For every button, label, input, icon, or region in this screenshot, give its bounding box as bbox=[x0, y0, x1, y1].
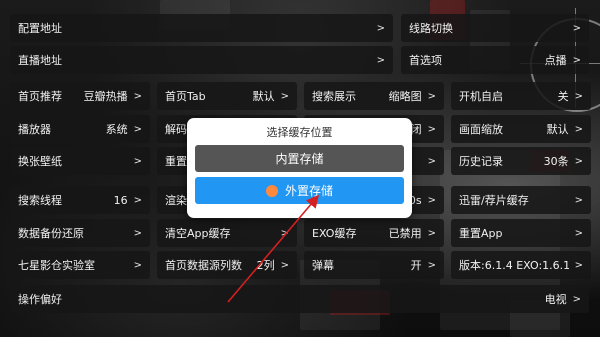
settings-item[interactable]: 操作偏好 电视 > bbox=[10, 285, 589, 313]
settings-item-value: 2列 bbox=[256, 259, 275, 272]
settings-item-label: EXO缓存 bbox=[312, 227, 357, 240]
chevron-right-icon: > bbox=[572, 22, 581, 34]
settings-item[interactable]: 线路切换 > bbox=[401, 14, 589, 42]
chevron-right-icon: > bbox=[280, 227, 289, 239]
chevron-right-icon: > bbox=[427, 194, 436, 206]
settings-item-label: 迅雷/荐片缓存 bbox=[459, 194, 529, 207]
settings-item[interactable]: 首选项 点播 > bbox=[401, 46, 589, 74]
chevron-right-icon: > bbox=[572, 293, 581, 305]
settings-item[interactable]: 搜索线程 16 > bbox=[10, 186, 150, 214]
settings-item[interactable]: 迅雷/荐片缓存 > bbox=[451, 186, 591, 214]
settings-item-label: 版本:6.1.4 EXO:1.6.1 bbox=[459, 259, 569, 272]
settings-item-value: 默认 bbox=[252, 90, 275, 103]
settings-item-label: 历史记录 bbox=[459, 155, 503, 168]
settings-item-label: 播放器 bbox=[18, 123, 51, 136]
chevron-right-icon: > bbox=[133, 194, 142, 206]
settings-item-value: 30条 bbox=[543, 155, 569, 168]
settings-item-label: 画面缩放 bbox=[459, 123, 503, 136]
settings-item[interactable]: 换张壁纸 > bbox=[10, 147, 150, 175]
settings-item-value: 16 bbox=[113, 193, 128, 207]
chevron-right-icon: > bbox=[427, 259, 436, 271]
settings-item[interactable]: 播放器 系统 > bbox=[10, 115, 150, 143]
settings-item-label: 搜索展示 bbox=[312, 90, 356, 103]
orange-dot-icon bbox=[265, 184, 278, 197]
settings-item-value: 电视 bbox=[544, 293, 567, 306]
dialog-title: 选择缓存位置 bbox=[266, 126, 333, 139]
chevron-right-icon: > bbox=[133, 155, 142, 167]
settings-item-label: 数据备份还原 bbox=[18, 227, 84, 240]
settings-item[interactable]: 重置App > bbox=[451, 219, 591, 247]
settings-item-label: 线路切换 bbox=[409, 22, 453, 35]
settings-item-label: 首页数据源列数 bbox=[165, 259, 242, 272]
chevron-right-icon: > bbox=[427, 123, 436, 135]
chevron-right-icon: > bbox=[133, 227, 142, 239]
settings-item[interactable]: 历史记录 30条 > bbox=[451, 147, 591, 175]
settings-item-value: 关 bbox=[557, 90, 569, 103]
settings-item[interactable]: 配置地址 > bbox=[10, 14, 393, 42]
settings-item[interactable]: 画面缩放 默认 > bbox=[451, 115, 591, 143]
settings-item-label: 重置App bbox=[459, 227, 503, 240]
settings-item[interactable]: 首页推荐 豆瓣热播 > bbox=[10, 82, 150, 110]
chevron-right-icon: > bbox=[376, 22, 385, 34]
settings-item[interactable]: 直播地址 > bbox=[10, 46, 393, 74]
chevron-right-icon: > bbox=[280, 90, 289, 102]
settings-item-value: 系统 bbox=[105, 123, 128, 136]
settings-item-value: 缩略图 bbox=[388, 90, 422, 103]
option-label: 外置存储 bbox=[284, 184, 333, 198]
chevron-right-icon: > bbox=[574, 259, 583, 271]
settings-item-value: 点播 bbox=[544, 54, 567, 67]
chevron-right-icon: > bbox=[133, 90, 142, 102]
chevron-right-icon: > bbox=[427, 155, 436, 167]
chevron-right-icon: > bbox=[574, 90, 583, 102]
settings-item-value: 已禁用 bbox=[388, 227, 422, 240]
settings-item[interactable]: 首页Tab 默认 > bbox=[157, 82, 297, 110]
settings-item-label: 配置地址 bbox=[18, 22, 62, 35]
settings-item-label: 直播地址 bbox=[18, 54, 62, 67]
settings-item-label: 首页Tab bbox=[165, 90, 206, 103]
external-storage-option[interactable]: 外置存储 bbox=[195, 177, 404, 204]
chevron-right-icon: > bbox=[574, 155, 583, 167]
settings-item[interactable]: 版本:6.1.4 EXO:1.6.1 > bbox=[451, 251, 591, 279]
settings-item[interactable]: 开机自启 关 > bbox=[451, 82, 591, 110]
storage-dialog: 选择缓存位置 内置存储 外置存储 bbox=[187, 118, 412, 218]
chevron-right-icon: > bbox=[133, 259, 142, 271]
chevron-right-icon: > bbox=[427, 90, 436, 102]
settings-item-label: 操作偏好 bbox=[18, 293, 62, 306]
settings-item[interactable]: 七星影仓实验室 > bbox=[10, 251, 150, 279]
settings-item[interactable]: 首页数据源列数 2列 > bbox=[157, 251, 297, 279]
chevron-right-icon: > bbox=[574, 194, 583, 206]
settings-item-label: 首选项 bbox=[409, 54, 442, 67]
settings-item-label: 清空App缓存 bbox=[165, 227, 231, 240]
chevron-right-icon: > bbox=[572, 54, 581, 66]
settings-item[interactable]: 搜索展示 缩略图 > bbox=[304, 82, 444, 110]
chevron-right-icon: > bbox=[133, 123, 142, 135]
settings-item[interactable]: EXO缓存 已禁用 > bbox=[304, 219, 444, 247]
chevron-right-icon: > bbox=[427, 227, 436, 239]
settings-item[interactable]: 弹幕 开 > bbox=[304, 251, 444, 279]
settings-item-label: 搜索线程 bbox=[18, 194, 62, 207]
settings-item-value: 默认 bbox=[546, 123, 569, 136]
chevron-right-icon: > bbox=[574, 227, 583, 239]
option-label: 内置存储 bbox=[275, 152, 324, 166]
internal-storage-option[interactable]: 内置存储 bbox=[195, 145, 404, 172]
settings-item-label: 弹幕 bbox=[312, 259, 334, 272]
chevron-right-icon: > bbox=[280, 259, 289, 271]
settings-item-label: 换张壁纸 bbox=[18, 155, 62, 168]
chevron-right-icon: > bbox=[574, 123, 583, 135]
chevron-right-icon: > bbox=[376, 54, 385, 66]
settings-item-value: 闭 bbox=[410, 123, 422, 136]
settings-item[interactable]: 数据备份还原 > bbox=[10, 219, 150, 247]
settings-item-value: 豆瓣热播 bbox=[83, 90, 128, 103]
settings-item-value: 开 bbox=[410, 259, 422, 272]
settings-item-label: 首页推荐 bbox=[18, 90, 62, 103]
settings-item[interactable]: 清空App缓存 > bbox=[157, 219, 297, 247]
settings-item-label: 七星影仓实验室 bbox=[18, 259, 95, 272]
settings-item-label: 开机自启 bbox=[459, 90, 503, 103]
